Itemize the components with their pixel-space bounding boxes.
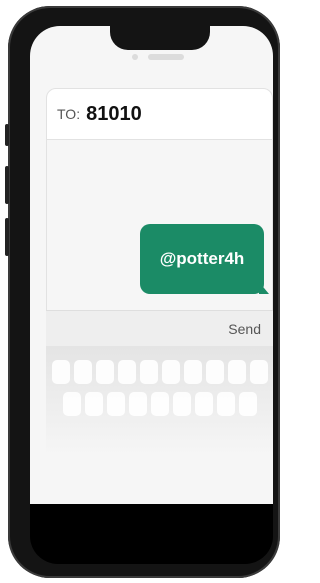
keyboard-row-2 <box>46 392 273 416</box>
keyboard-key[interactable] <box>84 392 103 416</box>
bubble-tail <box>259 282 269 294</box>
keyboard-key[interactable] <box>161 360 180 384</box>
volume-down-button <box>5 218 9 256</box>
keyboard-key[interactable] <box>238 392 257 416</box>
keyboard-key[interactable] <box>183 360 202 384</box>
recipient-field[interactable]: TO: 81010 <box>46 88 273 140</box>
recipient-number: 81010 <box>86 102 142 125</box>
screen-bottom-area <box>30 504 273 564</box>
keyboard-key[interactable] <box>249 360 268 384</box>
keyboard-key[interactable] <box>73 360 92 384</box>
keyboard-key[interactable] <box>205 360 224 384</box>
keyboard-key[interactable] <box>150 392 169 416</box>
camera-icon <box>132 54 138 60</box>
keyboard-key[interactable] <box>128 392 147 416</box>
keyboard-key[interactable] <box>194 392 213 416</box>
keyboard-row-1 <box>46 360 273 384</box>
composer-bar: Send <box>46 310 273 346</box>
to-label: TO: <box>57 106 81 122</box>
message-text: @potter4h <box>159 249 245 268</box>
volume-up-button <box>5 166 9 204</box>
keyboard-key[interactable] <box>117 360 136 384</box>
keyboard-key[interactable] <box>139 360 158 384</box>
speaker-icon <box>148 54 184 60</box>
keyboard-key[interactable] <box>216 392 235 416</box>
keyboard <box>46 346 273 456</box>
message-thread: @potter4h <box>46 140 273 310</box>
keyboard-key[interactable] <box>227 360 246 384</box>
keyboard-key[interactable] <box>62 392 81 416</box>
keyboard-key[interactable] <box>172 392 191 416</box>
phone-frame: TO: 81010 @potter4h Send <box>5 6 280 578</box>
phone-screen: TO: 81010 @potter4h Send <box>30 26 273 504</box>
keyboard-key[interactable] <box>51 360 70 384</box>
keyboard-key[interactable] <box>95 360 114 384</box>
mute-switch <box>5 124 9 146</box>
sent-message-bubble: @potter4h <box>140 224 264 294</box>
keyboard-key[interactable] <box>106 392 125 416</box>
send-button[interactable]: Send <box>228 321 261 337</box>
notch <box>110 26 210 50</box>
